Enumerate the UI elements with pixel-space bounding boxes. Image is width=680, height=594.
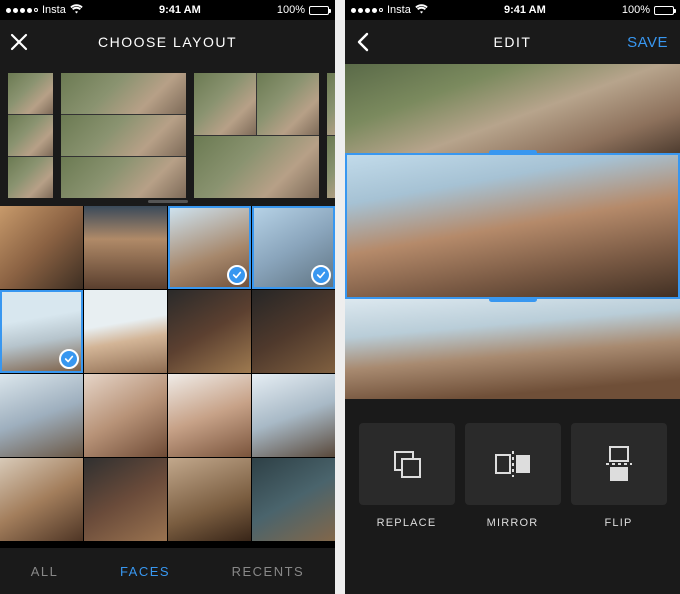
- collage-pane-selected[interactable]: [345, 153, 680, 298]
- page-title: CHOOSE LAYOUT: [98, 34, 237, 50]
- photo-thumb[interactable]: [0, 290, 83, 373]
- signal-dots-icon: [351, 8, 383, 13]
- close-button[interactable]: [10, 33, 28, 51]
- battery-icon: [309, 6, 329, 15]
- mirror-icon: [494, 449, 532, 479]
- carrier-label: Insta: [387, 4, 411, 16]
- photo-thumb[interactable]: [0, 374, 83, 457]
- wifi-icon: [70, 4, 83, 17]
- mirror-label: MIRROR: [487, 517, 539, 529]
- back-button[interactable]: [355, 32, 369, 52]
- photo-thumb[interactable]: [84, 206, 167, 289]
- mirror-button[interactable]: [465, 423, 561, 505]
- tool-row: REPLACE MIRROR FLIP: [345, 399, 680, 594]
- status-bar: Insta 9:41 AM 100%: [345, 0, 680, 20]
- collage: [345, 64, 680, 399]
- battery-pct: 100%: [622, 4, 650, 16]
- photo-thumb[interactable]: [0, 458, 83, 541]
- layout-option[interactable]: [194, 73, 319, 198]
- filter-tabs: ALL FACES RECENTS: [0, 548, 335, 594]
- selected-check-icon: [311, 265, 331, 285]
- flip-icon: [604, 445, 634, 483]
- collage-pane[interactable]: [345, 64, 680, 153]
- tab-faces[interactable]: FACES: [120, 564, 170, 579]
- carrier-label: Insta: [42, 4, 66, 16]
- battery-icon: [654, 6, 674, 15]
- photo-thumb[interactable]: [252, 206, 335, 289]
- close-icon: [10, 33, 28, 51]
- layout-option[interactable]: [8, 73, 53, 198]
- flip-label: FLIP: [604, 517, 632, 529]
- photo-grid: [0, 206, 335, 548]
- nav-bar: CHOOSE LAYOUT: [0, 20, 335, 64]
- photo-thumb[interactable]: [252, 374, 335, 457]
- selected-check-icon: [227, 265, 247, 285]
- nav-bar: EDIT SAVE: [345, 20, 680, 64]
- photo-thumb[interactable]: [0, 206, 83, 289]
- back-icon: [355, 32, 369, 52]
- clock: 9:41 AM: [504, 4, 546, 16]
- signal-dots-icon: [6, 8, 38, 13]
- tab-all[interactable]: ALL: [31, 564, 59, 579]
- replace-icon: [390, 447, 424, 481]
- selected-check-icon: [59, 349, 79, 369]
- scroll-indicator: [148, 200, 188, 203]
- photo-thumb[interactable]: [84, 290, 167, 373]
- screen-edit: Insta 9:41 AM 100% EDIT SAVE: [345, 0, 680, 594]
- save-button[interactable]: SAVE: [627, 34, 668, 51]
- photo-thumb[interactable]: [168, 290, 251, 373]
- replace-button[interactable]: [359, 423, 455, 505]
- layout-options-strip[interactable]: [0, 64, 335, 206]
- page-title: EDIT: [494, 34, 532, 50]
- tab-recents[interactable]: RECENTS: [232, 564, 305, 579]
- layout-option[interactable]: [61, 73, 186, 198]
- photo-thumb[interactable]: [252, 458, 335, 541]
- layout-option[interactable]: [327, 73, 335, 198]
- screen-choose-layout: Insta 9:41 AM 100% CHOOSE LAYOUT: [0, 0, 335, 594]
- replace-label: REPLACE: [377, 517, 437, 529]
- battery-pct: 100%: [277, 4, 305, 16]
- clock: 9:41 AM: [159, 4, 201, 16]
- collage-pane[interactable]: [345, 299, 680, 400]
- edit-canvas: [345, 64, 680, 399]
- photo-thumb[interactable]: [168, 374, 251, 457]
- resize-handle[interactable]: [489, 297, 537, 302]
- status-bar: Insta 9:41 AM 100%: [0, 0, 335, 20]
- photo-thumb[interactable]: [84, 374, 167, 457]
- photo-thumb[interactable]: [168, 458, 251, 541]
- flip-button[interactable]: [571, 423, 667, 505]
- wifi-icon: [415, 4, 428, 17]
- photo-thumb[interactable]: [168, 206, 251, 289]
- photo-thumb[interactable]: [84, 458, 167, 541]
- resize-handle[interactable]: [489, 150, 537, 155]
- photo-thumb[interactable]: [252, 290, 335, 373]
